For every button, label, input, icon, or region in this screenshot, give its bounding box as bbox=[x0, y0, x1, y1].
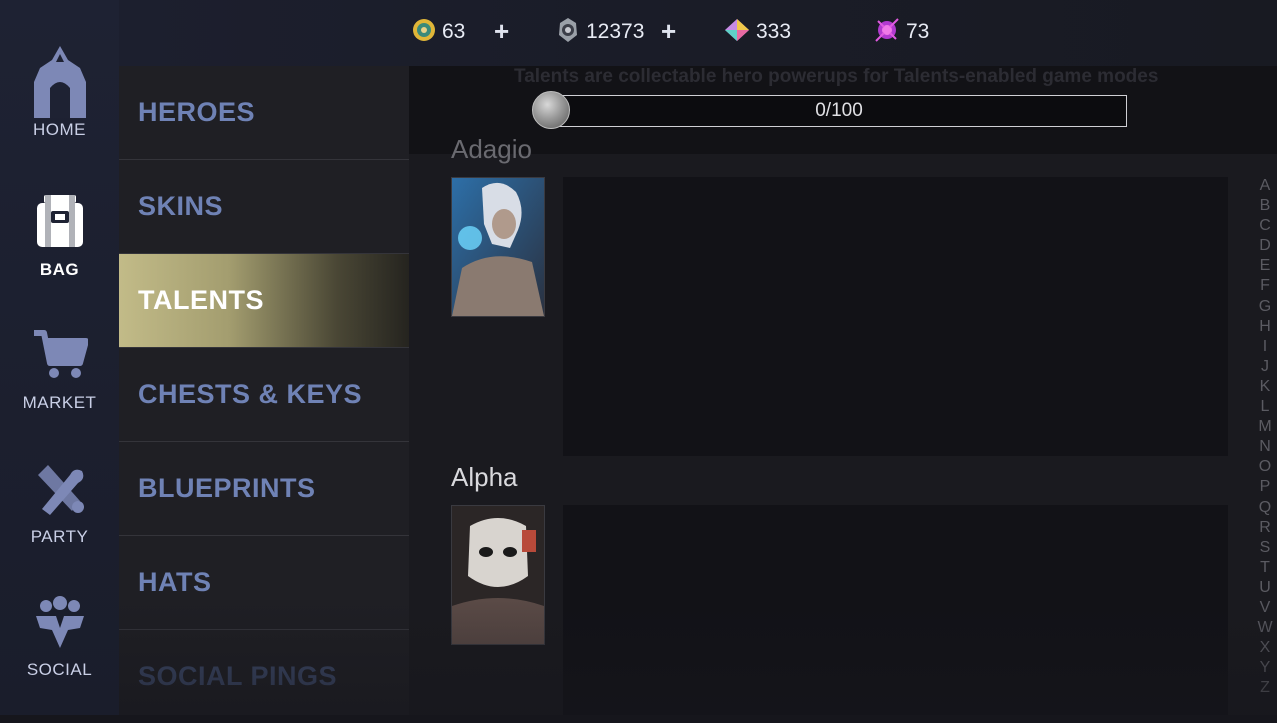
ice-currency: 333 bbox=[724, 18, 791, 46]
alphabet-letter-d[interactable]: D bbox=[1259, 236, 1271, 256]
cart-icon bbox=[28, 323, 92, 387]
nav-home[interactable]: HOME bbox=[0, 30, 119, 140]
talents-panel: Talents are collectable hero powerups fo… bbox=[409, 66, 1277, 715]
glory-icon bbox=[556, 17, 580, 48]
alphabet-letter-c[interactable]: C bbox=[1259, 216, 1271, 236]
category-blueprints[interactable]: BLUEPRINTS bbox=[119, 442, 409, 536]
alphabet-letter-w[interactable]: W bbox=[1257, 618, 1272, 638]
bag-icon bbox=[28, 190, 92, 254]
alphabet-index: ABCDEFGHIJKLMNOPQRSTUVWXYZ bbox=[1257, 176, 1273, 698]
category-talents-label: TALENTS bbox=[138, 285, 264, 315]
talent-progress-text: 0/100 bbox=[815, 100, 863, 121]
talents-description: Talents are collectable hero powerups fo… bbox=[514, 66, 1159, 87]
nav-bag[interactable]: BAG bbox=[0, 170, 119, 280]
essence-currency: 73 bbox=[874, 17, 930, 48]
alphabet-letter-y[interactable]: Y bbox=[1260, 658, 1271, 678]
category-hats-label: HATS bbox=[138, 567, 212, 597]
category-chests-keys[interactable]: CHESTS & KEYS bbox=[119, 348, 409, 442]
home-icon bbox=[28, 46, 92, 118]
alphabet-letter-i[interactable]: I bbox=[1263, 337, 1267, 357]
alphabet-letter-n[interactable]: N bbox=[1259, 437, 1271, 457]
hero-portrait-alpha[interactable] bbox=[451, 505, 545, 645]
alphabet-letter-e[interactable]: E bbox=[1260, 256, 1271, 276]
alphabet-letter-q[interactable]: Q bbox=[1259, 498, 1271, 518]
gold-amount: 63 bbox=[442, 20, 466, 43]
talents-banner: Talents are collectable hero powerups fo… bbox=[409, 66, 1277, 154]
buy-gold-button[interactable]: + bbox=[494, 16, 509, 47]
social-icon bbox=[28, 590, 92, 654]
alphabet-letter-j[interactable]: J bbox=[1261, 357, 1269, 377]
nav-party-label: PARTY bbox=[30, 527, 89, 546]
talent-progress-bar: 0/100 bbox=[551, 95, 1127, 127]
alphabet-letter-m[interactable]: M bbox=[1258, 417, 1271, 437]
party-icon bbox=[28, 457, 92, 521]
essence-amount: 73 bbox=[906, 20, 930, 43]
nav-bag-label: BAG bbox=[39, 260, 80, 279]
alphabet-letter-s[interactable]: S bbox=[1260, 538, 1271, 558]
nav-party[interactable]: PARTY bbox=[0, 437, 119, 547]
category-skins[interactable]: SKINS bbox=[119, 160, 409, 254]
nav-social[interactable]: SOCIAL bbox=[0, 570, 119, 680]
alphabet-letter-h[interactable]: H bbox=[1259, 317, 1271, 337]
currency-bar: 63 + 12373 + 333 73 bbox=[119, 0, 1277, 66]
alphabet-letter-l[interactable]: L bbox=[1261, 397, 1270, 417]
hero-talents-adagio bbox=[563, 177, 1228, 456]
alphabet-letter-g[interactable]: G bbox=[1259, 297, 1271, 317]
alphabet-letter-f[interactable]: F bbox=[1260, 276, 1270, 296]
buy-glory-button[interactable]: + bbox=[661, 16, 676, 47]
alphabet-letter-p[interactable]: P bbox=[1260, 477, 1271, 497]
gold-coin-icon bbox=[412, 18, 436, 47]
nav-market-label: MARKET bbox=[22, 393, 97, 412]
category-skins-label: SKINS bbox=[138, 191, 224, 221]
nav-social-label: SOCIAL bbox=[26, 660, 93, 679]
alphabet-letter-t[interactable]: T bbox=[1260, 558, 1270, 578]
category-heroes[interactable]: HEROES bbox=[119, 66, 409, 160]
hero-talents-alpha bbox=[563, 505, 1228, 715]
main-nav-rail: HOME BAG MARKET PARTY SOCIAL bbox=[0, 0, 119, 715]
alphabet-letter-x[interactable]: X bbox=[1260, 638, 1271, 658]
hero-name-adagio: Adagio bbox=[451, 134, 532, 164]
essence-icon bbox=[874, 17, 900, 48]
category-chests-keys-label: CHESTS & KEYS bbox=[138, 379, 363, 409]
category-blueprints-label: BLUEPRINTS bbox=[138, 473, 316, 503]
ice-gem-icon bbox=[724, 18, 750, 47]
glory-currency: 12373 bbox=[556, 17, 645, 48]
inventory-category-list: HEROES SKINS TALENTS CHESTS & KEYS BLUEP… bbox=[119, 66, 409, 715]
alphabet-letter-v[interactable]: V bbox=[1260, 598, 1271, 618]
alphabet-letter-b[interactable]: B bbox=[1260, 196, 1271, 216]
category-social-pings[interactable]: SOCIAL PINGS bbox=[119, 630, 409, 723]
talent-orb-icon bbox=[532, 91, 570, 129]
alphabet-letter-o[interactable]: O bbox=[1259, 457, 1271, 477]
category-social-pings-label: SOCIAL PINGS bbox=[138, 661, 338, 691]
gold-currency: 63 bbox=[412, 18, 465, 46]
ice-amount: 333 bbox=[756, 20, 792, 43]
nav-home-label: HOME bbox=[33, 120, 86, 139]
category-hats[interactable]: HATS bbox=[119, 536, 409, 630]
alphabet-letter-r[interactable]: R bbox=[1259, 518, 1271, 538]
alphabet-letter-u[interactable]: U bbox=[1259, 578, 1271, 598]
alphabet-letter-a[interactable]: A bbox=[1260, 176, 1271, 196]
hero-name-alpha: Alpha bbox=[451, 462, 518, 492]
hero-portrait-adagio[interactable] bbox=[451, 177, 545, 317]
alphabet-letter-z[interactable]: Z bbox=[1260, 678, 1270, 698]
alphabet-letter-k[interactable]: K bbox=[1260, 377, 1271, 397]
glory-amount: 12373 bbox=[586, 20, 645, 43]
category-talents[interactable]: TALENTS bbox=[119, 254, 409, 348]
category-heroes-label: HEROES bbox=[138, 97, 256, 127]
nav-market[interactable]: MARKET bbox=[0, 303, 119, 413]
